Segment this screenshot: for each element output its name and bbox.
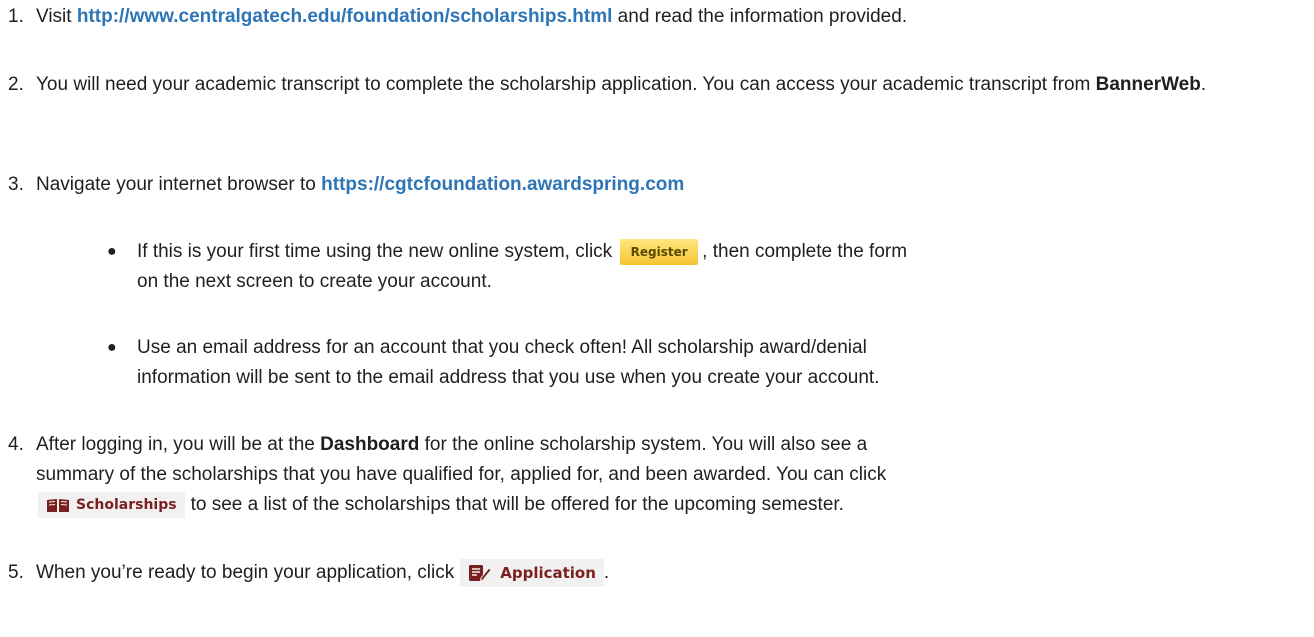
step-5-text: When you’re ready to begin your applicat… (36, 562, 455, 583)
bullet-1-text-end: , then complete the form (702, 241, 908, 262)
step-2: 2. You will need your academic transcrip… (0, 70, 1300, 100)
step-2-text: You will need your academic transcript t… (36, 74, 1096, 95)
bannerweb-label: BannerWeb (1095, 74, 1201, 95)
bullet-1-line2: on the next screen to create your accoun… (137, 271, 492, 292)
step-2-text-end: . (1200, 74, 1207, 95)
step-5: 5. When you’re ready to begin your appli… (0, 558, 1300, 588)
book-icon (47, 498, 69, 512)
bullet-2-line2: information will be sent to the email ad… (137, 367, 880, 388)
step-number: 1. (8, 6, 24, 27)
step-4-line3-text: to see a list of the scholarships that w… (190, 494, 844, 515)
bullet-2-line1: Use an email address for an account that… (137, 337, 867, 358)
bullet-register-line2: on the next screen to create your accoun… (0, 267, 1300, 297)
scholarships-button[interactable]: Scholarships (38, 491, 185, 518)
instructions-document: 1. Visit http://www.centralgatech.edu/fo… (0, 0, 1314, 637)
step-1-text-end: and read the information provided. (612, 6, 908, 27)
application-button[interactable]: Application (460, 558, 604, 587)
dashboard-label: Dashboard (320, 434, 420, 455)
step-number: 2. (8, 74, 24, 95)
scholarships-info-link[interactable]: http://www.centralgatech.edu/foundation/… (77, 6, 613, 27)
step-1: 1. Visit http://www.centralgatech.edu/fo… (0, 2, 1300, 32)
step-1-text: Visit (36, 6, 77, 27)
application-button-label: Application (500, 563, 596, 582)
bullet-dot: ● (107, 243, 117, 260)
step-3-text: Navigate your internet browser to (36, 174, 322, 195)
scholarships-button-label: Scholarships (76, 496, 177, 513)
step-4-text-end: for the online scholarship system. You w… (419, 434, 868, 455)
awardspring-link[interactable]: https://cgtcfoundation.awardspring.com (321, 174, 684, 195)
step-4-line2-text: summary of the scholarships that you hav… (36, 464, 887, 485)
edit-document-icon (469, 564, 492, 582)
bullet-email: ● Use an email address for an account th… (0, 333, 1300, 363)
step-number: 4. (8, 434, 24, 455)
step-4: 4. After logging in, you will be at the … (0, 430, 1300, 460)
bullet-email-line2: information will be sent to the email ad… (0, 363, 1300, 393)
bullet-1-text: If this is your first time using the new… (137, 241, 613, 262)
step-4-line2: summary of the scholarships that you hav… (0, 460, 1300, 490)
step-4-text: After logging in, you will be at the (36, 434, 321, 455)
step-5-text-end: . (603, 562, 610, 583)
step-4-line3: Scholarships to see a list of the schola… (0, 490, 1300, 520)
step-number: 3. (8, 174, 24, 195)
step-number: 5. (8, 562, 24, 583)
register-button[interactable]: Register (620, 238, 699, 265)
step-3: 3. Navigate your internet browser to htt… (0, 170, 1300, 200)
bullet-register: ● If this is your first time using the n… (0, 237, 1300, 267)
bullet-dot: ● (107, 339, 117, 356)
